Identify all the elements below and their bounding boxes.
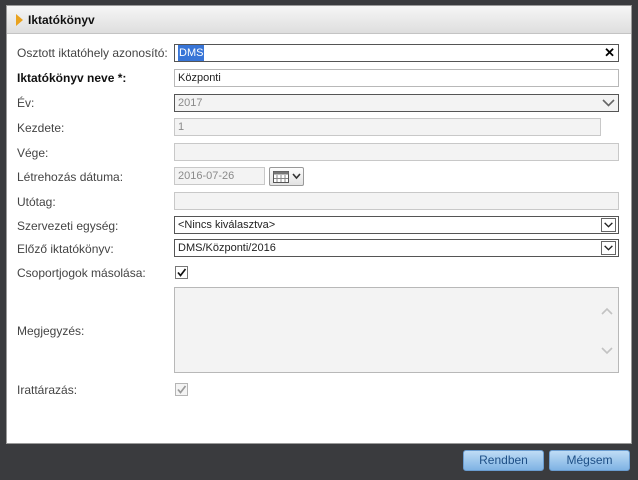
org-unit-select[interactable]: <Nincs kiválasztva> bbox=[174, 216, 619, 234]
chevron-down-icon bbox=[601, 218, 616, 232]
chevron-down-icon bbox=[601, 241, 616, 255]
start-input[interactable]: 1 bbox=[174, 118, 601, 136]
end-label: Vége: bbox=[17, 146, 49, 160]
suffix-label: Utótag: bbox=[17, 195, 56, 209]
prev-book-select[interactable]: DMS/Központi/2016 bbox=[174, 239, 619, 257]
chevron-down-icon bbox=[602, 99, 615, 107]
checkmark-icon bbox=[177, 385, 187, 394]
org-unit-value: <Nincs kiválasztva> bbox=[178, 219, 276, 231]
scroll-down-icon[interactable] bbox=[600, 346, 614, 356]
created-date-input[interactable]: 2016-07-26 bbox=[174, 167, 265, 185]
year-select[interactable]: 2017 bbox=[174, 94, 619, 112]
created-date-label: Létrehozás dátuma: bbox=[17, 170, 124, 184]
shared-id-value: DMS bbox=[178, 45, 205, 61]
note-textarea[interactable] bbox=[174, 287, 619, 373]
note-label: Megjegyzés: bbox=[17, 324, 85, 338]
checkmark-icon bbox=[177, 268, 187, 277]
dialog-window: Iktatókönyv Osztott iktatóhely azonosító… bbox=[6, 5, 632, 444]
prev-book-value: DMS/Központi/2016 bbox=[178, 242, 276, 254]
ok-button[interactable]: Rendben bbox=[463, 450, 544, 471]
book-name-label: Iktatókönyv neve *: bbox=[17, 71, 127, 85]
calendar-dropdown-icon bbox=[292, 173, 301, 180]
calendar-icon bbox=[273, 171, 289, 183]
prev-book-label: Előző iktatókönyv: bbox=[17, 242, 114, 256]
year-label: Év: bbox=[17, 96, 35, 110]
calendar-button[interactable] bbox=[269, 167, 304, 186]
start-label: Kezdete: bbox=[17, 121, 65, 135]
copy-groups-label: Csoportjogok másolása: bbox=[17, 266, 146, 280]
cancel-button[interactable]: Mégsem bbox=[549, 450, 630, 471]
book-name-input[interactable]: Központi bbox=[174, 69, 619, 87]
end-input[interactable] bbox=[174, 143, 619, 161]
clear-icon[interactable]: ✕ bbox=[604, 45, 615, 61]
title-arrow-icon bbox=[16, 14, 23, 26]
shared-id-label: Osztott iktatóhely azonosító: bbox=[17, 46, 168, 60]
archive-checkbox[interactable] bbox=[175, 383, 188, 396]
suffix-input[interactable] bbox=[174, 192, 619, 210]
scroll-up-icon[interactable] bbox=[600, 306, 614, 316]
dialog-titlebar: Iktatókönyv bbox=[7, 6, 631, 34]
archive-label: Irattárazás: bbox=[17, 383, 78, 397]
dialog-title: Iktatókönyv bbox=[28, 13, 95, 27]
org-unit-label: Szervezeti egység: bbox=[17, 219, 119, 233]
year-value: 2017 bbox=[178, 97, 203, 109]
shared-id-select[interactable]: DMS ✕ bbox=[174, 44, 619, 62]
copy-groups-checkbox[interactable] bbox=[175, 266, 188, 279]
